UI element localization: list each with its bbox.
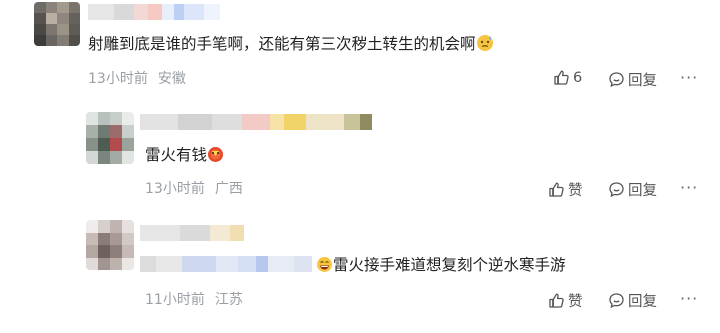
thumbs-up-icon (553, 69, 570, 86)
comment-text: 雷火接手难道想复刻个逆水寒手游 (140, 254, 566, 279)
rich-face-emoji (207, 146, 224, 169)
comment-text: 雷火有钱 (145, 144, 224, 169)
reply-label: 回复 (628, 183, 657, 199)
comment-text-content: 雷火有钱 (145, 146, 208, 164)
timestamp: 13小时前 (88, 71, 148, 87)
speech-bubble-icon (608, 71, 625, 88)
reply-label: 回复 (628, 73, 657, 89)
timestamp: 13小时前 (145, 181, 205, 197)
ip-location: 江苏 (214, 292, 243, 308)
comment-text: 射雕到底是谁的手笔啊，还能有第三次秽土转生的机会啊 (88, 33, 494, 58)
comment-meta: 13小时前 安徽 (88, 70, 186, 88)
speech-bubble-icon (608, 181, 625, 198)
speech-bubble-icon (608, 292, 625, 309)
user-avatar-blurred[interactable] (86, 220, 134, 270)
thumbs-up-icon (548, 181, 565, 198)
user-avatar-blurred[interactable] (86, 112, 134, 164)
like-button[interactable]: 赞 (548, 290, 583, 311)
username-blurred[interactable] (140, 225, 244, 241)
user-avatar-blurred[interactable] (34, 2, 80, 46)
more-dots-icon[interactable]: ··· (680, 291, 698, 307)
comment-text-content: 雷火接手难道想复刻个逆水寒手游 (333, 256, 566, 274)
ip-location: 广西 (214, 181, 243, 197)
more-dots-icon[interactable]: ··· (680, 180, 698, 196)
reply-label: 回复 (628, 294, 657, 310)
username-blurred[interactable] (140, 114, 372, 130)
comment-meta: 13小时前 广西 (145, 180, 243, 198)
thumbs-up-icon (548, 292, 565, 309)
comment-text-content: 射雕到底是谁的手笔啊，还能有第三次秽土转生的机会啊 (88, 35, 476, 53)
sweat-emoji (476, 34, 494, 58)
reply-button[interactable]: 回复 (608, 290, 657, 311)
like-button[interactable]: 6 (553, 69, 582, 86)
reply-button[interactable]: 回复 (608, 69, 657, 90)
like-count: 6 (573, 69, 583, 86)
timestamp: 11小时前 (145, 292, 205, 308)
username-blurred[interactable] (88, 4, 220, 20)
reply-button[interactable]: 回复 (608, 179, 657, 200)
comment-meta: 11小时前 江苏 (145, 291, 243, 309)
grin-emoji (316, 256, 333, 279)
like-label: 赞 (568, 294, 583, 310)
ip-location: 安徽 (157, 71, 186, 87)
like-button[interactable]: 赞 (548, 179, 583, 200)
mentioned-user-blurred[interactable] (140, 256, 312, 272)
more-dots-icon[interactable]: ··· (680, 70, 698, 86)
like-label: 赞 (568, 183, 583, 199)
